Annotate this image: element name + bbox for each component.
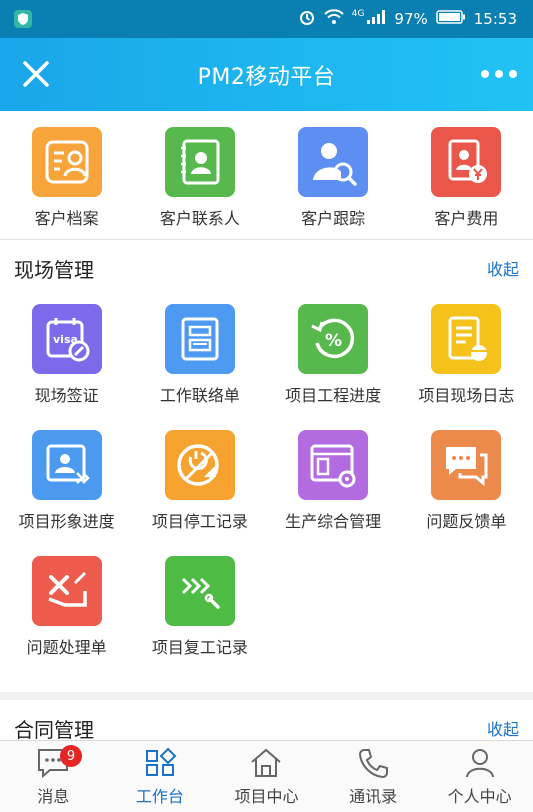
nav-label: 个人中心 [447, 787, 512, 806]
app-shield-icon [14, 10, 32, 28]
tile-resume-work[interactable]: 项目复工记录 [133, 556, 266, 682]
tile-label: 客户档案 [34, 209, 99, 228]
more-button[interactable] [479, 64, 519, 84]
nav-messages[interactable]: 9 消息 [0, 741, 107, 812]
section-body-site-management: visa 现场签证 工作联络单 % 项目工程进度 项目现场日志 项目形象进度 项… [0, 296, 533, 692]
tile-project-progress[interactable]: % 项目工程进度 [267, 304, 400, 430]
nav-label: 消息 [37, 787, 70, 806]
contact-sheet-icon [164, 304, 235, 374]
nav-label: 项目中心 [234, 787, 299, 806]
tile-label: 生产综合管理 [285, 512, 382, 531]
tile-label: 项目复工记录 [151, 638, 248, 657]
unread-badge: 9 [60, 745, 82, 767]
network-type: 4G [351, 9, 365, 19]
signal-icon [366, 9, 386, 29]
section-header-site-management: 现场管理 收起 [0, 240, 533, 296]
clock: 15:53 [473, 10, 517, 28]
project-center-icon [251, 748, 282, 777]
shortcut-customer-contacts[interactable]: 客户联系人 [133, 127, 266, 229]
feedback-icon [431, 430, 502, 500]
section-header-contract-management: 合同管理 收起 [0, 700, 533, 740]
phone-book-icon [359, 749, 389, 779]
issue-handling-icon [31, 556, 102, 626]
page-title: PM2移动平台 [197, 64, 336, 90]
content-area: 客户档案 客户联系人 客户跟踪 客户费用 现场管理 收起 visa 现场签证 工… [0, 111, 533, 740]
section-divider [0, 692, 533, 700]
tile-issue-handling[interactable]: 问题处理单 [0, 556, 133, 682]
top-shortcuts: 客户档案 客户联系人 客户跟踪 客户费用 [0, 111, 533, 240]
tile-label: 问题反馈单 [426, 512, 507, 531]
status-bar: 4G 97% 15:53 [0, 0, 533, 38]
collapse-link[interactable]: 收起 [487, 256, 519, 280]
tile-production-management[interactable]: 生产综合管理 [267, 430, 400, 556]
tile-label: 问题处理单 [26, 638, 107, 657]
production-management-icon [298, 430, 369, 500]
site-log-icon [431, 304, 502, 374]
tile-label: 项目现场日志 [418, 386, 515, 405]
app-header: PM2移动平台 [0, 38, 533, 111]
svg-text:%: % [325, 331, 342, 351]
nav-project-center[interactable]: 项目中心 [213, 741, 320, 812]
section-title: 合同管理 [14, 717, 94, 741]
tile-site-log[interactable]: 项目现场日志 [400, 304, 533, 430]
more-dots-icon [481, 70, 517, 78]
tile-label: 工作联络单 [159, 386, 240, 405]
workbench-icon [145, 747, 177, 776]
tile-row: 项目形象进度 项目停工记录 生产综合管理 问题反馈单 [0, 430, 533, 556]
tile-label: 项目停工记录 [151, 512, 248, 531]
tile-image-progress[interactable]: 项目形象进度 [0, 430, 133, 556]
tile-row: 问题处理单 项目复工记录 [0, 556, 533, 682]
shortcut-customer-file[interactable]: 客户档案 [0, 127, 133, 229]
nav-label: 通讯录 [349, 787, 398, 806]
section-title: 现场管理 [14, 257, 94, 282]
nav-label: 工作台 [135, 787, 184, 806]
tile-feedback[interactable]: 问题反馈单 [400, 430, 533, 556]
shortcut-customer-cost[interactable]: 客户费用 [400, 127, 533, 229]
customer-cost-icon [431, 127, 502, 197]
person-icon [465, 749, 494, 778]
nav-phone-book[interactable]: 通讯录 [320, 741, 427, 812]
customer-tracking-icon [298, 127, 369, 197]
tile-label: 项目工程进度 [285, 386, 382, 405]
tile-label: 客户费用 [434, 209, 499, 228]
tile-row: visa 现场签证 工作联络单 % 项目工程进度 项目现场日志 [0, 304, 533, 430]
customer-contacts-icon [164, 127, 235, 197]
wifi-icon [324, 9, 344, 29]
stop-work-icon [164, 430, 235, 500]
tile-label: 现场签证 [34, 386, 99, 405]
tile-label: 客户联系人 [159, 209, 240, 228]
bottom-navigation: 9 消息 工作台 项目中心 通讯录 个人中心 [0, 740, 533, 812]
tile-contact-sheet[interactable]: 工作联络单 [133, 304, 266, 430]
image-progress-icon [31, 430, 102, 500]
visa-icon: visa [31, 304, 102, 374]
tile-site-visa[interactable]: visa 现场签证 [0, 304, 133, 430]
tile-stop-work[interactable]: 项目停工记录 [133, 430, 266, 556]
battery-icon [436, 10, 466, 28]
close-button[interactable] [18, 56, 54, 92]
collapse-link[interactable]: 收起 [487, 716, 519, 740]
resume-work-icon [164, 556, 235, 626]
customer-file-icon [31, 127, 102, 197]
tile-label: 客户跟踪 [301, 209, 366, 228]
nav-workbench[interactable]: 工作台 [107, 741, 214, 812]
alarm-icon [298, 8, 316, 30]
nav-personal-center[interactable]: 个人中心 [426, 741, 533, 812]
tile-label: 项目形象进度 [18, 512, 115, 531]
battery-percent: 97% [394, 10, 428, 28]
close-icon [23, 61, 49, 87]
shortcut-customer-tracking[interactable]: 客户跟踪 [267, 127, 400, 229]
project-progress-icon: % [298, 304, 369, 374]
